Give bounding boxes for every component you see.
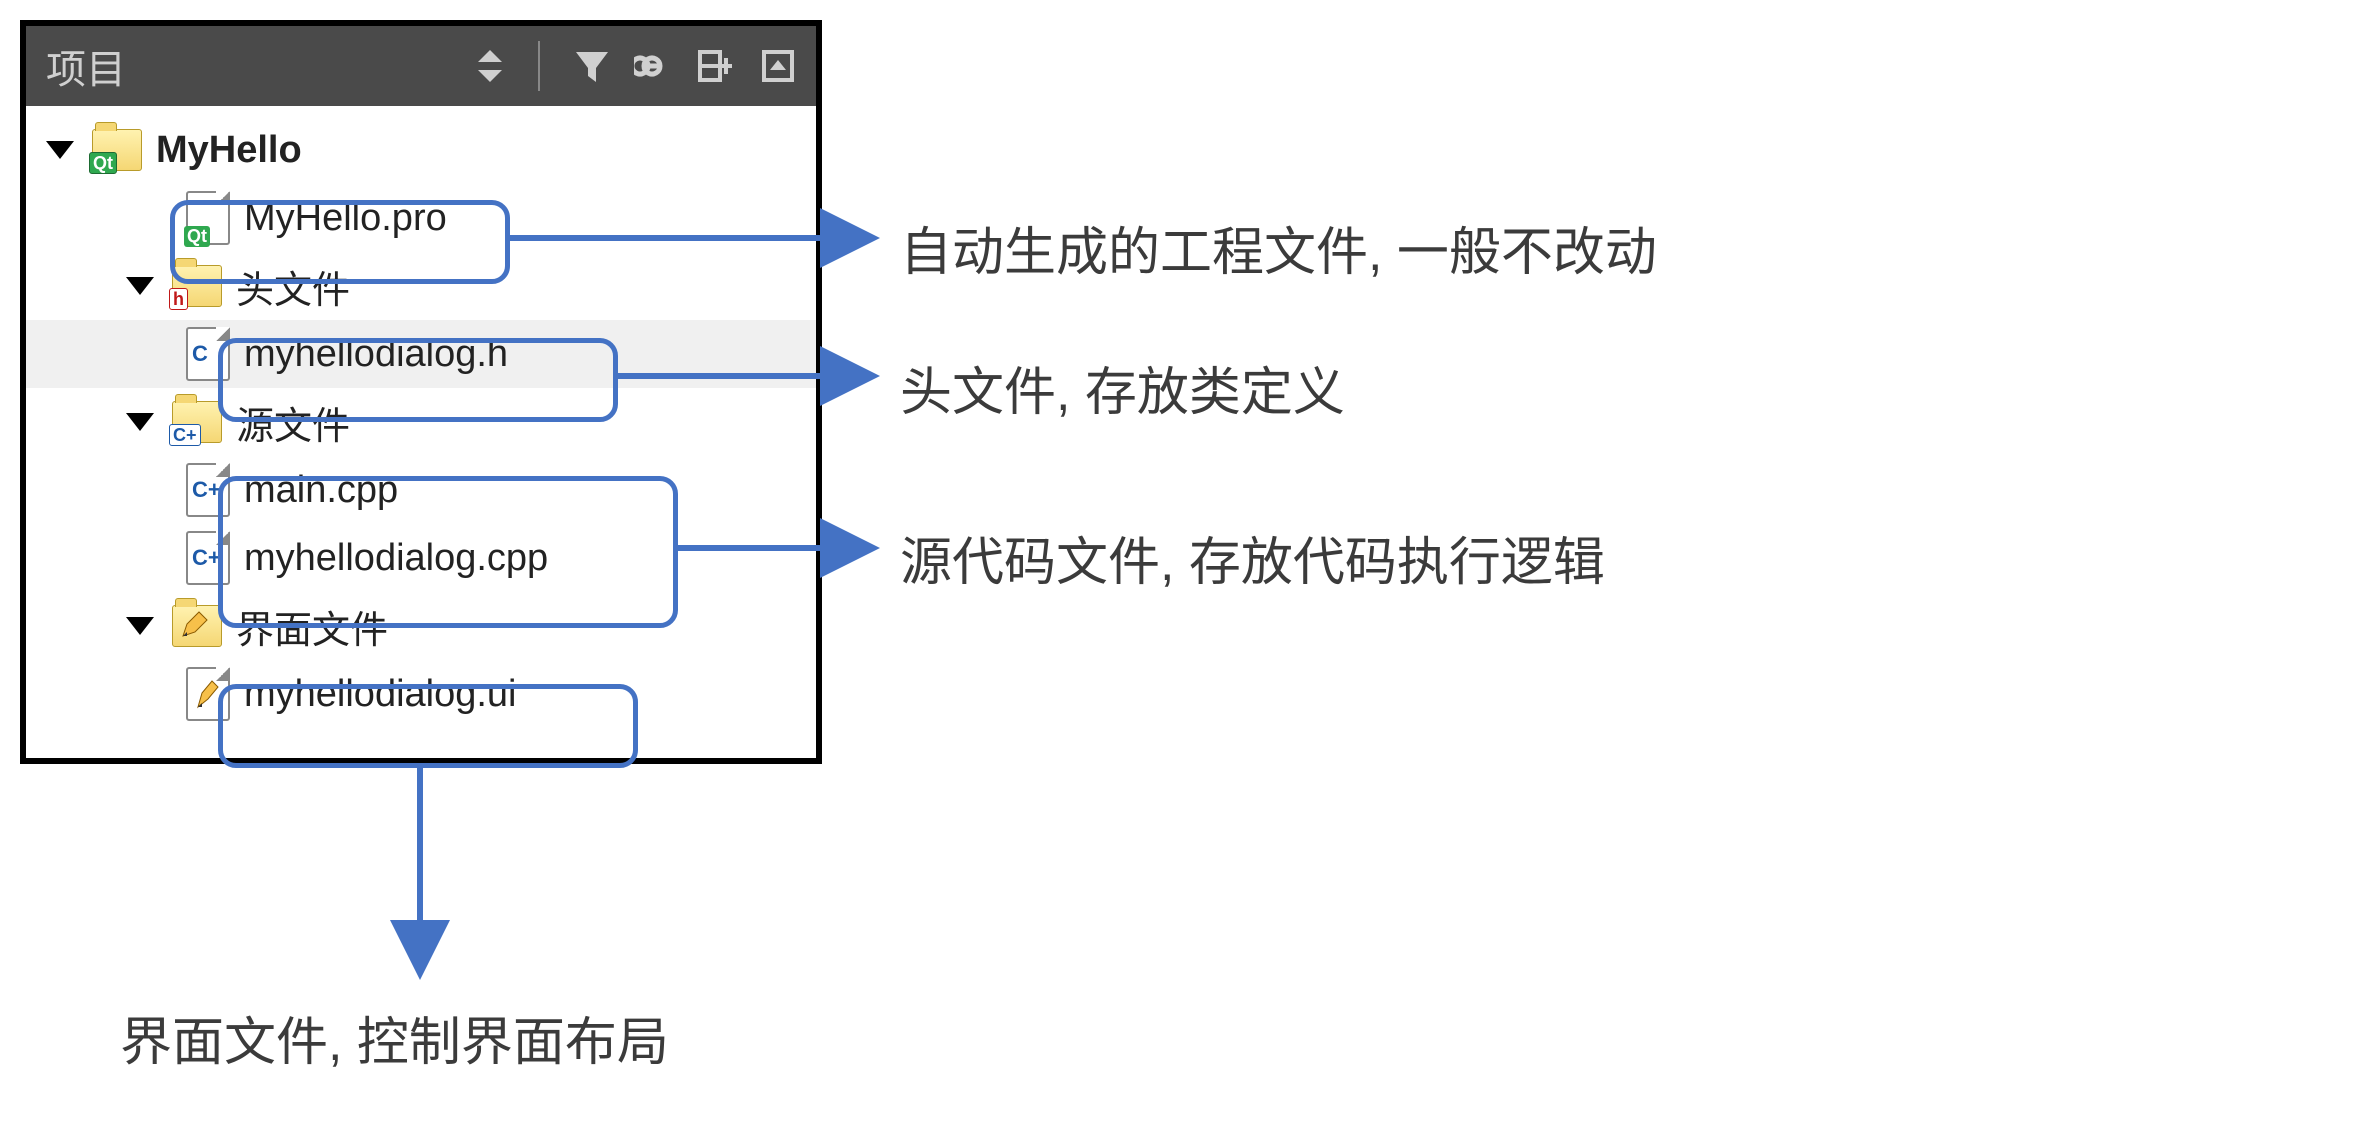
link-icon[interactable] (634, 46, 674, 86)
chevron-down-icon[interactable] (126, 413, 154, 431)
tree-file-header[interactable]: C myhellodialog.h (26, 320, 816, 388)
headers-folder-label: 头文件 (236, 259, 350, 314)
header-file-label: myhellodialog.h (244, 333, 508, 376)
sources-folder-label: 源文件 (236, 395, 350, 450)
pencil-icon (194, 677, 220, 711)
folder-icon (172, 605, 222, 647)
panel-header-icons (470, 41, 806, 91)
ui-file-icon (186, 667, 230, 721)
header-divider (538, 41, 540, 91)
tree-file-dialog-cpp[interactable]: C+ myhellodialog.cpp (26, 524, 816, 592)
chevron-down-icon[interactable] (126, 277, 154, 295)
pencil-icon (179, 610, 209, 640)
annotation-source: 源代码文件, 存放代码执行逻辑 (900, 520, 1605, 595)
ui-file-label: myhellodialog.ui (244, 673, 517, 716)
project-tree: Qt MyHello Qt MyHello.pro h 头文件 C myhell… (26, 106, 816, 758)
dialog-cpp-label: myhellodialog.cpp (244, 537, 548, 580)
tree-file-ui[interactable]: myhellodialog.ui (26, 660, 816, 728)
project-name-label: MyHello (156, 129, 302, 172)
filter-icon[interactable] (572, 46, 612, 86)
folder-icon: Qt (92, 129, 142, 171)
annotation-pro: 自动生成的工程文件, 一般不改动 (900, 210, 1657, 285)
tree-folder-forms[interactable]: 界面文件 (26, 592, 816, 660)
cpp-file-icon: C+ (186, 531, 230, 585)
tree-file-main-cpp[interactable]: C+ main.cpp (26, 456, 816, 524)
chevron-down-icon[interactable] (46, 141, 74, 159)
tree-folder-sources[interactable]: C+ 源文件 (26, 388, 816, 456)
project-panel: 项目 (20, 20, 822, 764)
h-file-icon: C (186, 327, 230, 381)
pro-file-label: MyHello.pro (244, 197, 447, 240)
tree-project-root[interactable]: Qt MyHello (26, 116, 816, 184)
panel-header: 项目 (26, 26, 816, 106)
folder-icon: h (172, 265, 222, 307)
sort-icon[interactable] (470, 46, 510, 86)
collapse-icon[interactable] (758, 46, 798, 86)
pro-file-icon: Qt (186, 191, 230, 245)
cpp-file-icon: C+ (186, 463, 230, 517)
tree-file-pro[interactable]: Qt MyHello.pro (26, 184, 816, 252)
split-add-icon[interactable] (696, 46, 736, 86)
folder-icon: C+ (172, 401, 222, 443)
annotation-form: 界面文件, 控制界面布局 (120, 1000, 669, 1075)
forms-folder-label: 界面文件 (236, 599, 388, 654)
tree-folder-headers[interactable]: h 头文件 (26, 252, 816, 320)
main-cpp-label: main.cpp (244, 469, 398, 512)
panel-title: 项目 (36, 37, 470, 95)
chevron-down-icon[interactable] (126, 617, 154, 635)
annotation-header: 头文件, 存放类定义 (900, 350, 1345, 425)
